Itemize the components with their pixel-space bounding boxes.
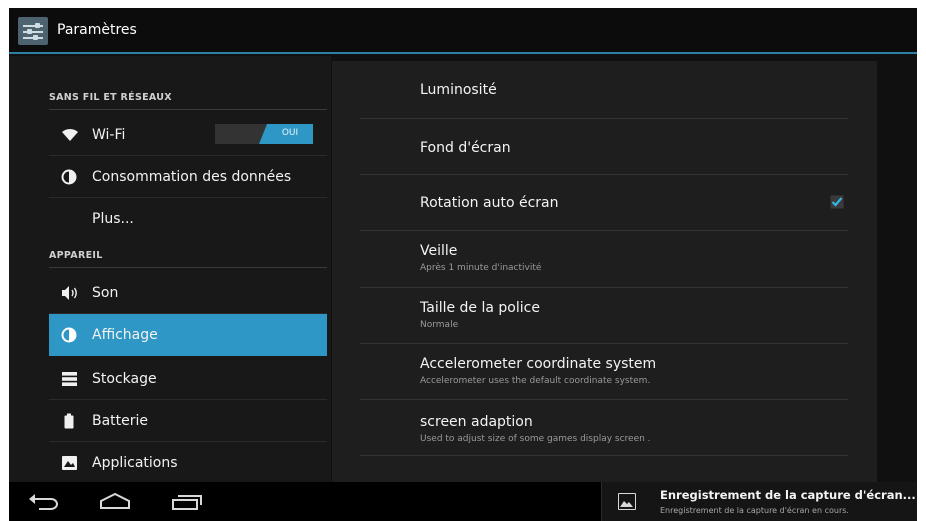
display-settings-panel: Luminosité Fond d'écran Rotation auto éc… [332,61,877,482]
applications-icon [62,456,77,470]
app-title: Paramètres [57,22,137,38]
sidebar-item-label: Applications [92,455,178,471]
storage-icon [62,372,77,386]
sidebar-item-label: Son [92,285,119,301]
sidebar-item-label: Plus... [92,211,134,227]
sidebar-item-storage[interactable]: Stockage [49,358,327,400]
pref-brightness[interactable]: Luminosité [360,61,848,119]
sidebar-item-label: Affichage [92,327,158,343]
action-bar: Paramètres [9,8,917,54]
home-icon[interactable] [97,490,133,514]
pref-font-size[interactable]: Taille de la police Normale [360,288,848,344]
sidebar-item-battery[interactable]: Batterie [49,400,327,442]
section-header-device: APPAREIL [49,250,327,268]
sidebar-item-label: Consommation des données [92,169,292,185]
back-icon[interactable] [27,490,63,514]
image-icon [618,493,636,510]
screenshot-notification[interactable]: Enregistrement de la capture d'écran... … [601,482,917,521]
pref-summary: Après 1 minute d'inactivité [420,263,542,273]
checkbox-checked-icon[interactable] [830,195,844,209]
pref-title: screen adaption [420,414,533,430]
pref-title: Accelerometer coordinate system [420,356,657,372]
settings-headers-list: SANS FIL ET RÉSEAUX Wi-Fi OUI Consommati… [9,56,331,482]
data-usage-icon [61,169,77,185]
pref-auto-rotate[interactable]: Rotation auto écran [360,175,848,231]
settings-sliders-icon[interactable] [18,17,48,45]
battery-icon [64,413,74,429]
toggle-label: OUI [281,128,299,138]
notification-text: Enregistrement de la capture d'écran en … [660,506,849,515]
pref-sleep[interactable]: Veille Après 1 minute d'inactivité [360,231,848,288]
sidebar-item-data-usage[interactable]: Consommation des données [49,156,327,198]
pref-title: Rotation auto écran [420,195,559,211]
wifi-icon [62,128,78,141]
sidebar-item-label: Batterie [92,413,149,429]
pref-summary: Accelerometer uses the default coordinat… [420,376,651,386]
pref-title: Taille de la police [420,300,540,316]
sidebar-item-sound[interactable]: Son [49,272,327,314]
display-icon [61,327,77,343]
pref-screen-adaption[interactable]: screen adaption Used to adjust size of s… [360,400,848,456]
pref-accelerometer[interactable]: Accelerometer coordinate system Accelero… [360,344,848,400]
sidebar-item-label: Stockage [92,371,157,387]
pref-summary: Normale [420,320,459,330]
pref-title: Fond d'écran [420,140,511,156]
tablet-screen: Paramètres SANS FIL ET RÉSEAUX Wi-Fi OUI… [9,8,917,521]
sidebar-item-label: Wi-Fi [92,127,126,143]
speaker-icon [62,286,77,300]
sidebar-item-wifi[interactable]: Wi-Fi OUI [49,114,327,156]
recent-apps-icon[interactable] [169,490,205,514]
sidebar-item-display[interactable]: Affichage [49,314,327,356]
pref-title: Luminosité [420,82,497,98]
notification-title: Enregistrement de la capture d'écran... [660,488,916,502]
wifi-toggle[interactable]: OUI [215,124,313,144]
sidebar-item-applications[interactable]: Applications [49,442,327,484]
pref-wallpaper[interactable]: Fond d'écran [360,119,848,175]
pref-summary: Used to adjust size of some games displa… [420,434,651,444]
pref-title: Veille [420,243,458,259]
sidebar-item-more[interactable]: Plus... [49,198,327,240]
section-header-wireless: SANS FIL ET RÉSEAUX [49,92,327,110]
